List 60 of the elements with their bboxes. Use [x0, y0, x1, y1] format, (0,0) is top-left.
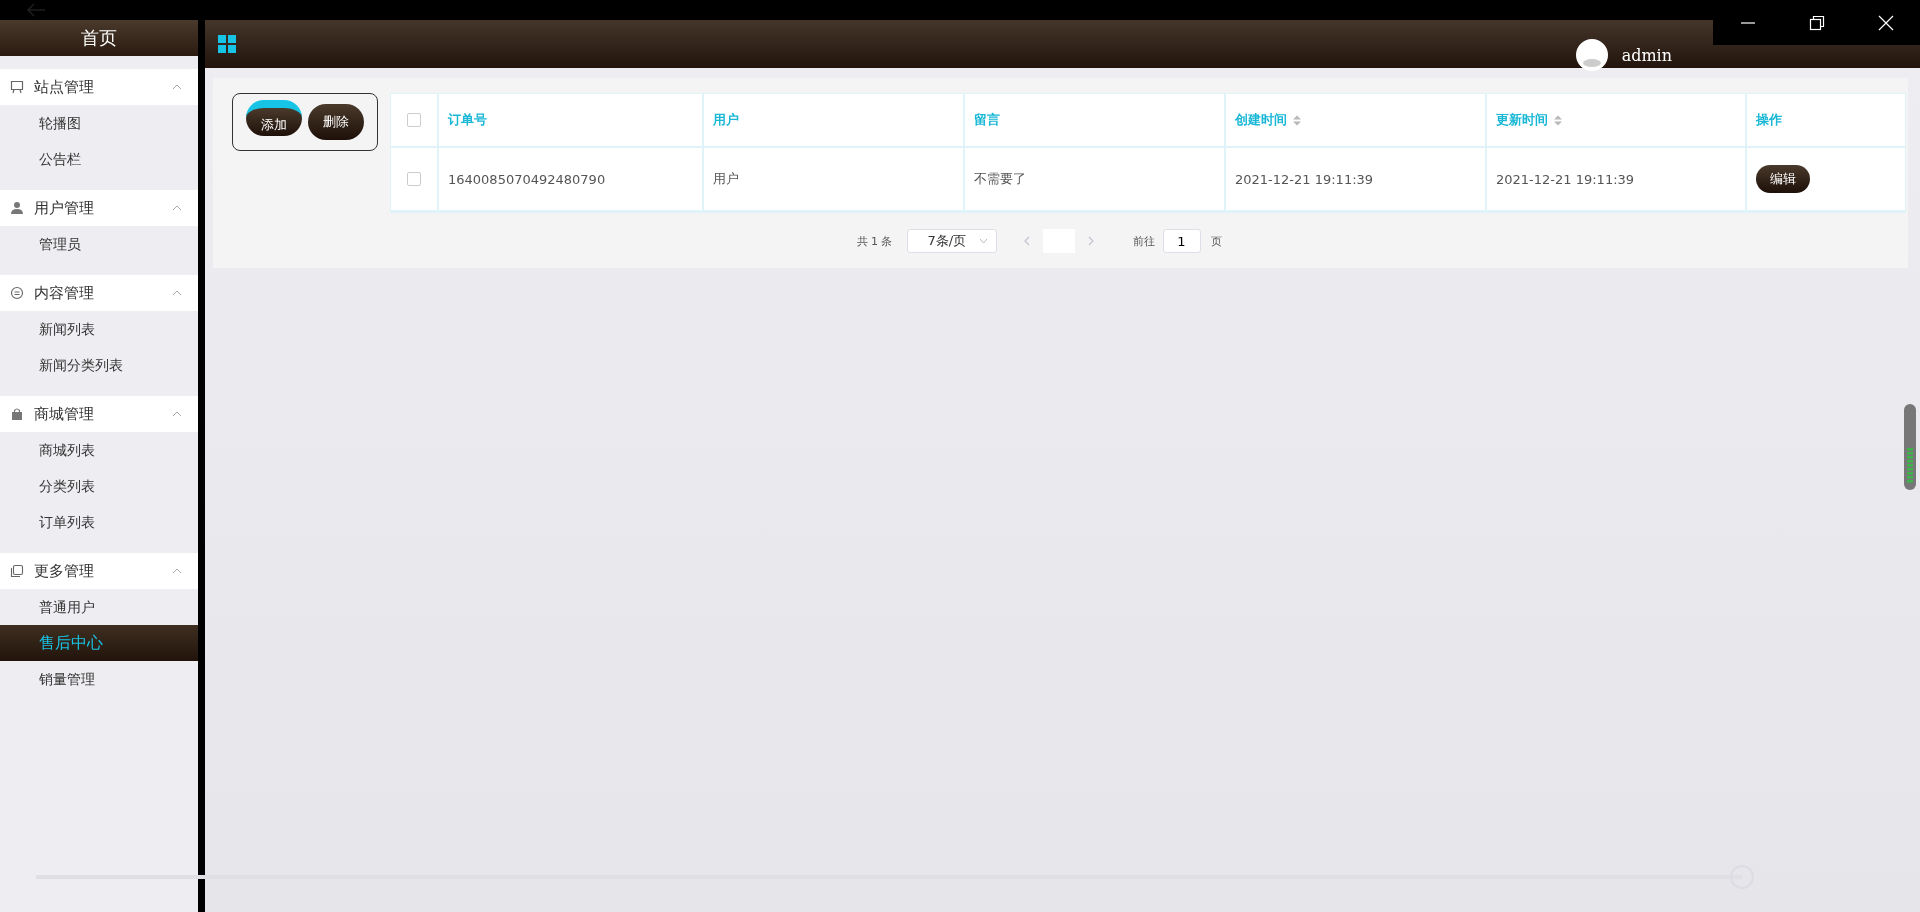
avatar-icon[interactable] [1575, 39, 1608, 71]
page-suffix: 页 [1210, 233, 1222, 249]
column-header: 操作 [1747, 94, 1905, 148]
delete-button[interactable]: 删除 [308, 104, 364, 140]
grid-icon[interactable] [218, 34, 237, 54]
copy-icon [10, 564, 24, 578]
menu-item[interactable]: 分类列表 [0, 468, 198, 504]
row-checkbox[interactable] [407, 172, 421, 186]
menu-group-header[interactable]: 内容管理 [0, 275, 198, 311]
table-cell: 2021-12-21 19:11:39 [1487, 148, 1747, 212]
chevron-up-icon [172, 568, 182, 574]
total-count: 共 1 条 [856, 233, 893, 249]
table-cell: 不需要了 [965, 148, 1226, 212]
menu-item[interactable]: 商城列表 [0, 432, 198, 468]
chevron-right-icon [1086, 236, 1095, 246]
chevron-up-icon [172, 290, 182, 296]
column-header: 用户 [704, 94, 965, 148]
menu-group-label: 站点管理 [34, 77, 95, 97]
easel-icon [10, 80, 24, 94]
menu-item[interactable]: 订单列表 [0, 504, 198, 540]
page-input[interactable]: 1 [1162, 229, 1201, 253]
table-cell: 用户 [704, 148, 965, 212]
menu-item[interactable]: 公告栏 [0, 141, 198, 177]
user-name[interactable]: admin [1621, 45, 1672, 65]
menu-item[interactable]: 售后中心 [0, 625, 198, 661]
menu-group-header[interactable]: 用户管理 [0, 190, 198, 226]
menu-item[interactable]: 新闻列表 [0, 311, 198, 347]
chevron-up-icon [172, 84, 182, 90]
menu-item[interactable]: 普通用户 [0, 589, 198, 625]
chevron-up-icon [172, 411, 182, 417]
chevron-up-icon [172, 205, 182, 211]
user-icon [10, 201, 24, 215]
menu-group-label: 更多管理 [34, 561, 95, 581]
chevron-left-icon [1022, 236, 1031, 246]
menu-item[interactable]: 新闻分类列表 [0, 347, 198, 383]
goto-label: 前往 [1132, 233, 1155, 249]
bag-icon [10, 407, 24, 421]
sidebar-title[interactable]: 首页 [0, 20, 198, 56]
menu-group-header[interactable]: 商城管理 [0, 396, 198, 432]
table-cell: 2021-12-21 19:11:39 [1226, 148, 1487, 212]
page-size-select[interactable]: 7条/页 [906, 229, 997, 253]
column-header: 留言 [965, 94, 1226, 148]
menu-item[interactable]: 管理员 [0, 226, 198, 262]
column-header: 订单号 [439, 94, 704, 148]
chevron-down-icon [978, 238, 988, 244]
menu-group-header[interactable]: 站点管理 [0, 69, 198, 105]
table-cell: 1640085070492480790 [439, 148, 704, 212]
restore-icon[interactable] [1808, 14, 1825, 31]
menu-group-label: 商城管理 [34, 404, 95, 424]
menu-group-label: 内容管理 [34, 283, 95, 303]
back-arrow-icon[interactable] [26, 3, 46, 17]
menu-group-header[interactable]: 更多管理 [0, 553, 198, 589]
menu-item[interactable]: 销量管理 [0, 661, 198, 697]
edit-button[interactable]: 编辑 [1756, 165, 1810, 193]
close-icon[interactable] [1877, 14, 1894, 31]
menu-group-label: 用户管理 [34, 198, 95, 218]
add-button[interactable]: 添加 [246, 100, 302, 136]
chat-icon [10, 286, 24, 300]
select-all-checkbox[interactable] [407, 113, 421, 127]
menu-item[interactable]: 轮播图 [0, 105, 198, 141]
